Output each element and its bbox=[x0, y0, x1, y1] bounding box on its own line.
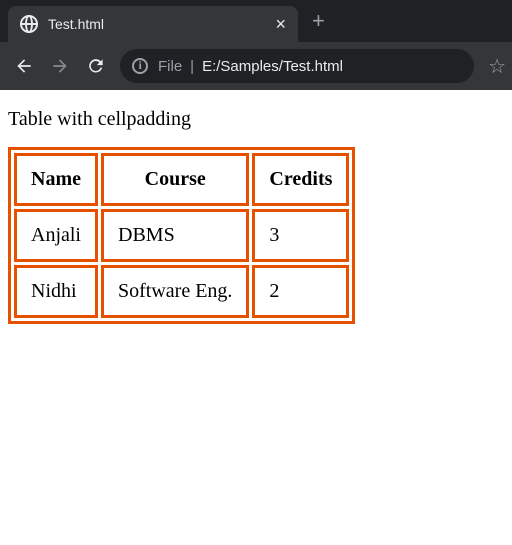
globe-icon bbox=[20, 15, 38, 33]
arrow-right-icon bbox=[50, 56, 70, 76]
close-tab-button[interactable]: × bbox=[275, 15, 286, 33]
site-info-icon[interactable] bbox=[132, 58, 148, 74]
url-scheme: File bbox=[158, 58, 182, 75]
tab-strip: Test.html × + bbox=[0, 0, 512, 42]
browser-tab[interactable]: Test.html × bbox=[8, 6, 298, 42]
url-divider: | bbox=[190, 58, 194, 75]
table-row: Nidhi Software Eng. 2 bbox=[14, 265, 349, 318]
browser-chrome: Test.html × + File | E:/Samples/Test.htm… bbox=[0, 0, 512, 90]
table-cell: Nidhi bbox=[14, 265, 98, 318]
table-row: Anjali DBMS 3 bbox=[14, 209, 349, 262]
page-heading: Table with cellpadding bbox=[8, 108, 504, 131]
table-cell: Anjali bbox=[14, 209, 98, 262]
back-button[interactable] bbox=[6, 48, 42, 84]
page-content: Table with cellpadding Name Course Credi… bbox=[0, 90, 512, 334]
data-table: Name Course Credits Anjali DBMS 3 Nidhi … bbox=[8, 147, 355, 324]
table-cell: 3 bbox=[252, 209, 349, 262]
table-header: Course bbox=[101, 153, 249, 206]
tab-title: Test.html bbox=[48, 16, 267, 32]
url-path: E:/Samples/Test.html bbox=[202, 58, 343, 75]
table-cell: 2 bbox=[252, 265, 349, 318]
table-header-row: Name Course Credits bbox=[14, 153, 349, 206]
table-cell: DBMS bbox=[101, 209, 249, 262]
forward-button[interactable] bbox=[42, 48, 78, 84]
table-cell: Software Eng. bbox=[101, 265, 249, 318]
bookmark-button[interactable]: ☆ bbox=[488, 54, 506, 79]
table-header: Credits bbox=[252, 153, 349, 206]
arrow-left-icon bbox=[14, 56, 34, 76]
address-bar[interactable]: File | E:/Samples/Test.html bbox=[120, 49, 474, 83]
reload-icon bbox=[86, 56, 106, 76]
new-tab-button[interactable]: + bbox=[312, 10, 325, 32]
reload-button[interactable] bbox=[78, 48, 114, 84]
table-header: Name bbox=[14, 153, 98, 206]
browser-toolbar: File | E:/Samples/Test.html ☆ bbox=[0, 42, 512, 90]
